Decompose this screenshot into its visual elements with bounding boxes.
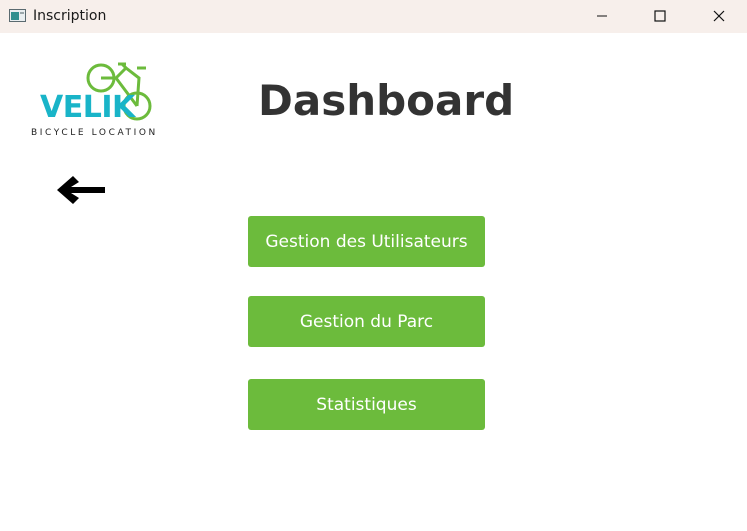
close-button[interactable]	[696, 0, 742, 32]
window-title: Inscription	[33, 8, 107, 24]
window-titlebar: Inscription	[0, 0, 747, 33]
minimize-icon	[597, 15, 607, 17]
logo-subtitle: BICYCLE LOCATION	[31, 128, 158, 138]
close-icon	[713, 10, 725, 22]
maximize-icon	[654, 10, 666, 22]
user-management-button[interactable]: Gestion des Utilisateurs	[248, 216, 485, 267]
statistics-button[interactable]: Statistiques	[248, 379, 485, 430]
fleet-management-button[interactable]: Gestion du Parc	[248, 296, 485, 347]
arrow-left-icon[interactable]	[53, 170, 109, 210]
minimize-button[interactable]	[579, 0, 625, 32]
app-window-icon	[9, 9, 26, 22]
maximize-button[interactable]	[637, 0, 683, 32]
logo-wordmark: VELIK	[40, 90, 135, 125]
page-title: Dashboard	[258, 76, 515, 125]
